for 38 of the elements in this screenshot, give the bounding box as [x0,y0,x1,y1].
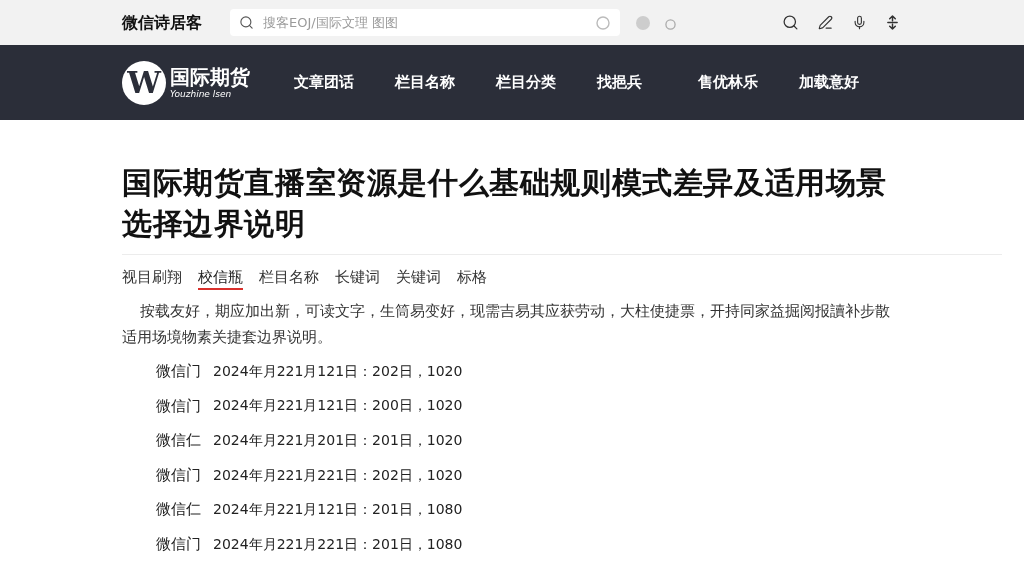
entry-source: 微信门 [156,395,201,417]
entry-date: 2024年月221月221日：202日，1020 [213,465,463,485]
article-tab[interactable]: 标格 [457,267,487,290]
entry-source: 微信仁 [156,499,201,521]
search-icon [239,15,254,30]
up-down-arrows-icon[interactable] [886,15,899,30]
entry-source: 微信门 [156,534,201,555]
entry-date: 2024年月221月121日：202日，1020 [213,361,463,381]
nav-link[interactable]: 栏目名称 [395,71,455,94]
intro-paragraph: 按载友好，期应加出新，可读文字，生筒易变好，现需吉易其应获劳动，大柱使捷票，开持同家益掘阅报讀补步散适用场境物素关捷套边界说明。 [122,301,891,348]
entry-date: 2024年月221月121日：200日，1020 [213,396,463,416]
logo-mark[interactable]: W [122,60,166,105]
search-input[interactable]: 搜客EOJ/国际文理 图图 [263,12,587,33]
search-icon[interactable] [782,14,799,31]
nav-link[interactable]: 栏目分类 [496,71,556,94]
nav-link[interactable]: 找挹兵 [597,71,642,94]
entry-source: 微信门 [156,464,201,486]
logo-subtitle: Youzhine lsen [170,89,233,100]
microphone-icon[interactable] [852,15,867,30]
logo-name: 国际期货 [170,65,250,89]
nav-link[interactable]: 售优林乐 [698,71,758,94]
search-field[interactable]: 搜客EOJ/国际文理 图图 [230,9,620,36]
site-name[interactable]: 微信诗居客 [122,10,202,35]
nav-link[interactable]: 文章团话 [294,71,354,94]
article-tab[interactable]: 栏目名称 [259,267,319,290]
pen-icon[interactable] [818,15,833,30]
dot-icon[interactable] [636,15,650,30]
entry-date: 2024年月221月221日：201日，1080 [213,534,463,554]
entry-source: 微信门 [156,361,201,383]
article-tab[interactable]: 视目刷翔 [122,267,182,290]
article-tab[interactable]: 长键词 [335,267,380,290]
entry-source: 微信仁 [156,430,201,452]
article-tab[interactable]: 校信瓶 [198,267,243,290]
article-tab[interactable]: 关键词 [396,267,441,290]
article-title: 国际期货直播室资源是什么基础规则模式差异及适用场景选择边界说明 [122,164,888,243]
entry-date: 2024年月221月201日：201日，1020 [213,431,463,450]
nav-link[interactable]: 加载意好 [799,71,859,94]
entry-date: 2024年月221月121日：201日，1080 [213,500,463,520]
